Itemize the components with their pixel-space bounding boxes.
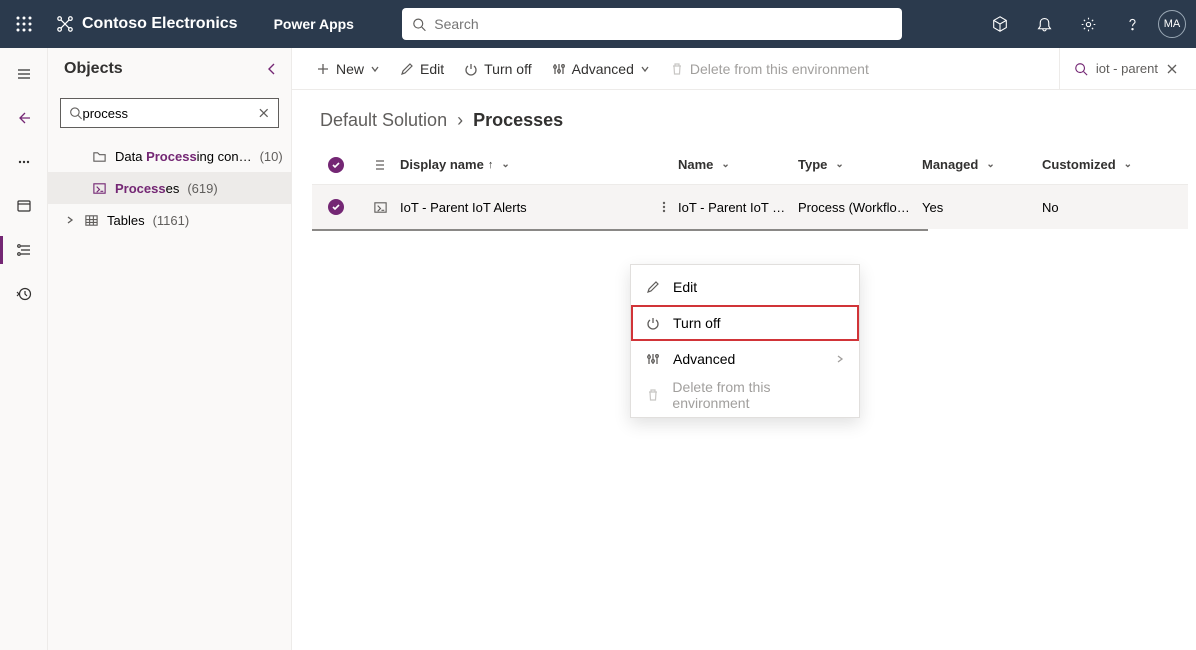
panel-collapse-button[interactable] [265, 62, 279, 76]
app-name: Power Apps [274, 16, 354, 32]
row-more-button[interactable] [650, 201, 678, 213]
tree-count: (10) [260, 149, 283, 164]
objects-search-input[interactable] [82, 106, 258, 121]
cmd-label: Turn off [484, 61, 531, 77]
chevron-down-icon [640, 64, 650, 74]
clear-icon[interactable] [258, 107, 270, 119]
filter-chip[interactable]: iot - parent [1074, 61, 1158, 76]
cmd-label: Delete from this environment [690, 61, 869, 77]
process-icon [92, 181, 107, 196]
search-icon [412, 17, 426, 32]
edit-button[interactable]: Edit [394, 61, 450, 77]
cell-name: IoT - Parent IoT … [678, 200, 798, 215]
menu-advanced[interactable]: Advanced [631, 341, 859, 377]
brand-logo-icon [56, 15, 74, 33]
filter-clear-button[interactable] [1166, 63, 1178, 75]
pencil-icon [645, 280, 661, 294]
pencil-icon [400, 62, 414, 76]
tree-label: Processes [115, 181, 179, 196]
app-launcher-button[interactable] [0, 0, 48, 48]
folder-icon [92, 149, 107, 164]
search-icon [1074, 62, 1088, 76]
cell-customized: No [1042, 200, 1142, 215]
cell-managed: Yes [922, 200, 1042, 215]
tree-label: Data Processing con… [115, 149, 252, 164]
menu-edit[interactable]: Edit [631, 269, 859, 305]
select-all[interactable] [312, 157, 360, 173]
menu-label: Edit [673, 279, 697, 295]
brand-name: Contoso Electronics [48, 15, 246, 33]
help-icon[interactable] [1110, 0, 1154, 48]
rail-card-button[interactable] [0, 188, 48, 224]
tree-item-tables[interactable]: Tables (1161) [48, 204, 291, 236]
menu-label: Delete from this environment [672, 379, 845, 411]
rail-more-button[interactable] [0, 144, 48, 180]
sliders-icon [552, 62, 566, 76]
cmd-label: Edit [420, 61, 444, 77]
rail-back-button[interactable] [0, 100, 48, 136]
cell-type: Process (Workflo… [798, 200, 922, 215]
environment-icon[interactable] [978, 0, 1022, 48]
objects-search[interactable] [60, 98, 279, 128]
tree-count: (1161) [153, 213, 190, 228]
global-search[interactable] [402, 8, 902, 40]
rail-history-button[interactable] [0, 276, 48, 312]
menu-delete: Delete from this environment [631, 377, 859, 413]
breadcrumb-root[interactable]: Default Solution [320, 110, 447, 131]
power-icon [464, 62, 478, 76]
menu-turnoff[interactable]: Turn off [631, 305, 859, 341]
delete-button: Delete from this environment [664, 61, 875, 77]
row-type-icon [360, 200, 400, 215]
expand-icon[interactable] [64, 215, 76, 225]
breadcrumb-separator: › [457, 110, 463, 131]
panel-title: Objects [64, 60, 123, 78]
power-icon [645, 316, 661, 330]
rail-tree-button[interactable] [0, 232, 48, 268]
column-managed[interactable]: Managed⌄ [922, 157, 1042, 172]
tree-item-processes[interactable]: Processes (619) [48, 172, 291, 204]
context-menu: Edit Turn off Advanced Delete from this … [630, 264, 860, 418]
filter-text: iot - parent [1096, 61, 1158, 76]
global-search-input[interactable] [434, 16, 892, 32]
cmd-label: Advanced [572, 61, 634, 77]
table-icon [84, 213, 99, 228]
table-row[interactable]: IoT - Parent IoT Alerts IoT - Parent IoT… [312, 185, 1188, 229]
trash-icon [645, 388, 660, 402]
new-button[interactable]: New [310, 61, 386, 77]
cell-display-name[interactable]: IoT - Parent IoT Alerts [400, 200, 650, 215]
plus-icon [316, 62, 330, 76]
column-customized[interactable]: Customized⌄ [1042, 157, 1142, 172]
breadcrumb-current: Processes [473, 110, 563, 131]
advanced-button[interactable]: Advanced [546, 61, 656, 77]
menu-label: Advanced [673, 351, 735, 367]
chevron-down-icon [370, 64, 380, 74]
rail-menu-button[interactable] [0, 56, 48, 92]
tree-count: (619) [187, 181, 217, 196]
sliders-icon [645, 352, 661, 366]
column-type[interactable]: Type⌄ [798, 157, 922, 172]
cmd-label: New [336, 61, 364, 77]
search-icon [69, 106, 82, 120]
settings-icon[interactable] [1066, 0, 1110, 48]
trash-icon [670, 62, 684, 76]
column-display-name[interactable]: Display name↑⌄ [400, 157, 650, 172]
brand-text: Contoso Electronics [82, 15, 238, 33]
column-name[interactable]: Name⌄ [678, 157, 798, 172]
tree-label: Tables [107, 213, 145, 228]
user-avatar[interactable]: MA [1158, 10, 1186, 38]
sort-column-icon[interactable] [360, 158, 400, 172]
row-checkbox[interactable] [312, 199, 360, 215]
menu-label: Turn off [673, 315, 720, 331]
chevron-right-icon [835, 354, 845, 364]
notifications-icon[interactable] [1022, 0, 1066, 48]
tree-item-data-processing[interactable]: Data Processing con… (10) [48, 140, 291, 172]
turnoff-button[interactable]: Turn off [458, 61, 537, 77]
